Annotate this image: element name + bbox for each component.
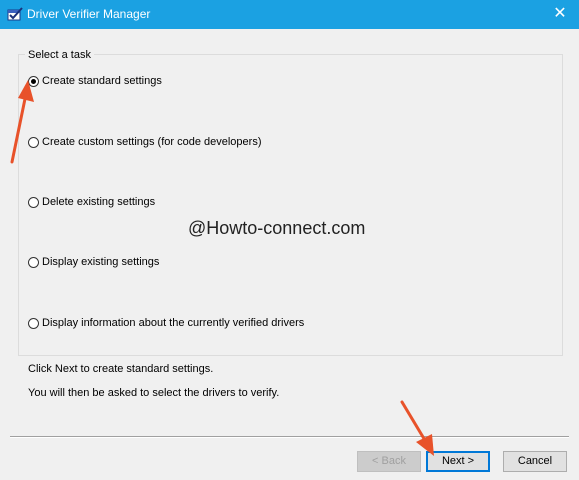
option-delete-existing-settings[interactable]: Delete existing settings [28, 194, 155, 210]
close-button[interactable]: ✕ [541, 0, 579, 29]
option-label: Delete existing settings [42, 196, 156, 208]
option-label: Create custom settings (for code develop… [42, 136, 262, 148]
radio-button[interactable] [28, 256, 39, 268]
radio-button[interactable] [28, 196, 39, 208]
close-icon: ✕ [553, 5, 567, 22]
window-title: Driver Verifier Manager [27, 7, 151, 21]
option-create-standard-settings[interactable]: Create standard settings [28, 73, 162, 89]
option-label: Display existing settings [42, 256, 160, 268]
info-text-line-2: You will then be asked to select the dri… [28, 387, 280, 399]
option-display-existing-settings[interactable]: Display existing settings [28, 254, 159, 270]
task-group-label: Select a task [25, 49, 94, 61]
radio-button[interactable] [28, 317, 39, 329]
info-text-line-1: Click Next to create standard settings. [28, 363, 214, 375]
annotation-arrow-up-icon [10, 80, 34, 164]
cancel-button[interactable]: Cancel [503, 451, 567, 472]
option-label: Display information about the currently … [42, 317, 305, 329]
option-display-verified-drivers-info[interactable]: Display information about the currently … [28, 315, 304, 331]
driver-verifier-checkmark-icon [7, 7, 23, 21]
option-create-custom-settings[interactable]: Create custom settings (for code develop… [28, 134, 262, 150]
watermark-text: @Howto-connect.com [188, 218, 366, 238]
annotation-arrow-down-icon [400, 400, 434, 456]
title-bar[interactable]: Driver Verifier Manager ✕ [0, 0, 579, 29]
option-label: Create standard settings [42, 75, 162, 87]
footer-separator [10, 436, 569, 438]
